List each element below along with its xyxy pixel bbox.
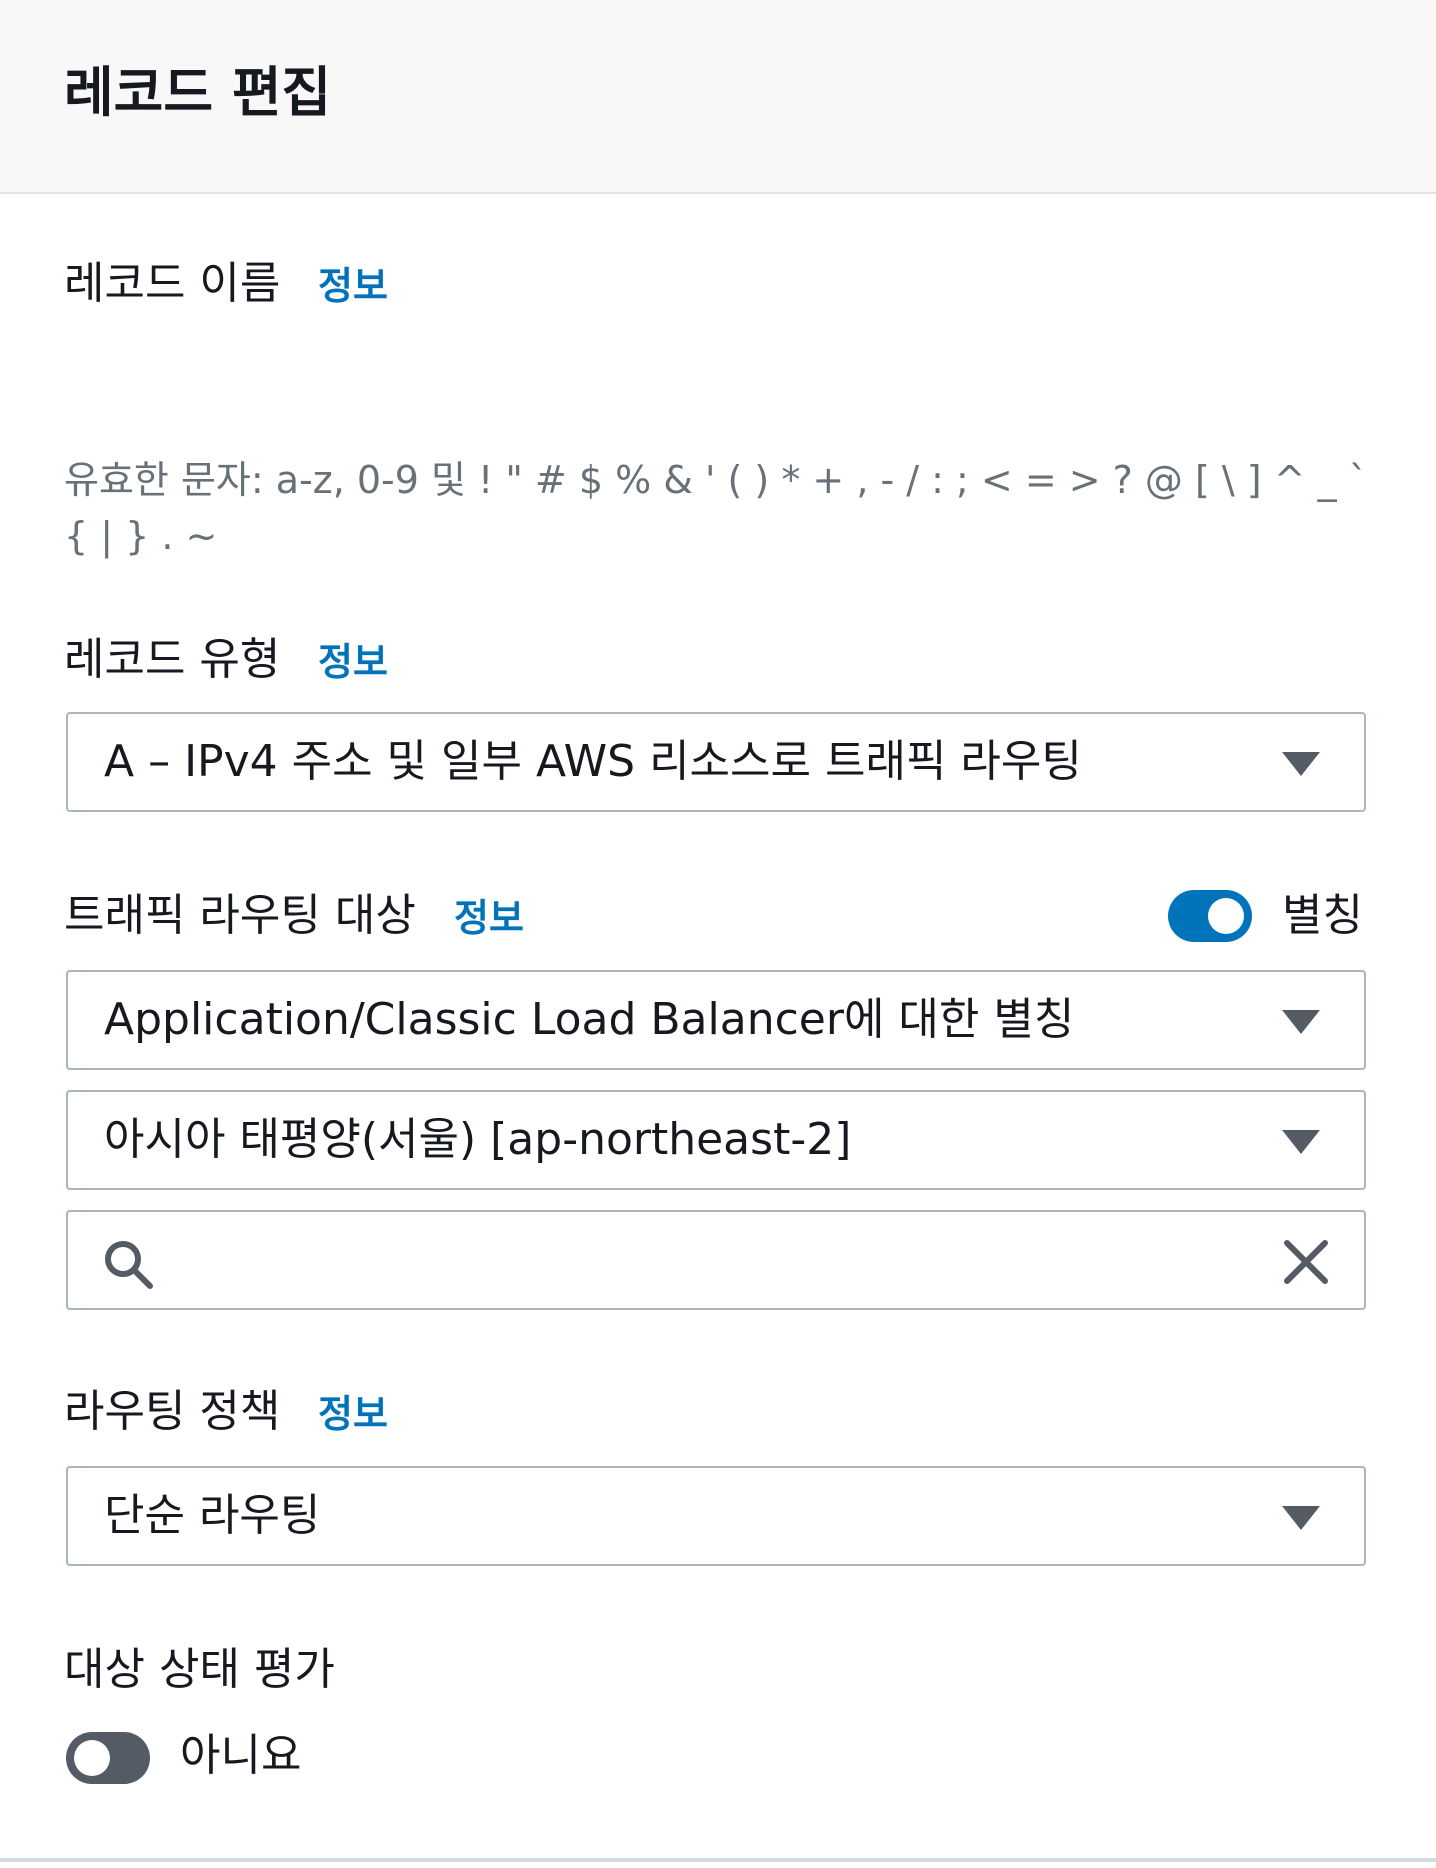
- endpoint-type-value: Application/Classic Load Balancer에 대한 별칭: [104, 994, 1075, 1045]
- record-type-label: 레코드 유형: [64, 634, 281, 685]
- load-balancer-search-field[interactable]: [66, 1210, 1366, 1310]
- routing-policy-value: 단순 라우팅: [104, 1490, 321, 1541]
- record-type-value: A – IPv4 주소 및 일부 AWS 리소스로 트래픽 라우팅: [104, 736, 1082, 787]
- toggle-knob: [1208, 898, 1244, 934]
- record-type-select[interactable]: A – IPv4 주소 및 일부 AWS 리소스로 트래픽 라우팅: [66, 712, 1366, 812]
- region-value: 아시아 태평양(서울) [ap-northeast-2]: [104, 1114, 852, 1165]
- caret-down-icon: [1282, 1130, 1320, 1154]
- caret-down-icon: [1282, 1010, 1320, 1034]
- toggle-knob: [74, 1740, 110, 1776]
- routing-policy-label: 라우팅 정책: [64, 1386, 281, 1437]
- caret-down-icon: [1282, 1506, 1320, 1530]
- modal-header: 레코드 편집: [0, 0, 1436, 194]
- record-name-info-link[interactable]: 정보: [318, 256, 388, 316]
- footer-divider: [0, 1858, 1436, 1862]
- health-eval-toggle[interactable]: [66, 1732, 150, 1784]
- routing-policy-select[interactable]: 단순 라우팅: [66, 1466, 1366, 1566]
- region-select[interactable]: 아시아 태평양(서울) [ap-northeast-2]: [66, 1090, 1366, 1190]
- search-input[interactable]: [188, 1228, 1222, 1294]
- traffic-target-label: 트래픽 라우팅 대상: [64, 890, 416, 941]
- record-name-label: 레코드 이름: [64, 258, 281, 309]
- record-name-hint: 유효한 문자: a-z, 0-9 및 ! " # $ % & ' ( ) * +…: [64, 458, 1368, 558]
- close-icon[interactable]: [1282, 1238, 1330, 1286]
- search-icon: [105, 1241, 153, 1289]
- caret-down-icon: [1282, 752, 1320, 776]
- traffic-target-info-link[interactable]: 정보: [454, 888, 524, 948]
- routing-policy-info-link[interactable]: 정보: [318, 1384, 388, 1444]
- page-title: 레코드 편집: [64, 61, 332, 124]
- health-eval-label: 대상 상태 평가: [64, 1644, 335, 1695]
- record-type-info-link[interactable]: 정보: [318, 632, 388, 692]
- alias-toggle[interactable]: [1168, 890, 1252, 942]
- health-eval-toggle-label: 아니요: [180, 1730, 302, 1781]
- endpoint-type-select[interactable]: Application/Classic Load Balancer에 대한 별칭: [66, 970, 1366, 1070]
- alias-toggle-label: 별칭: [1282, 890, 1363, 941]
